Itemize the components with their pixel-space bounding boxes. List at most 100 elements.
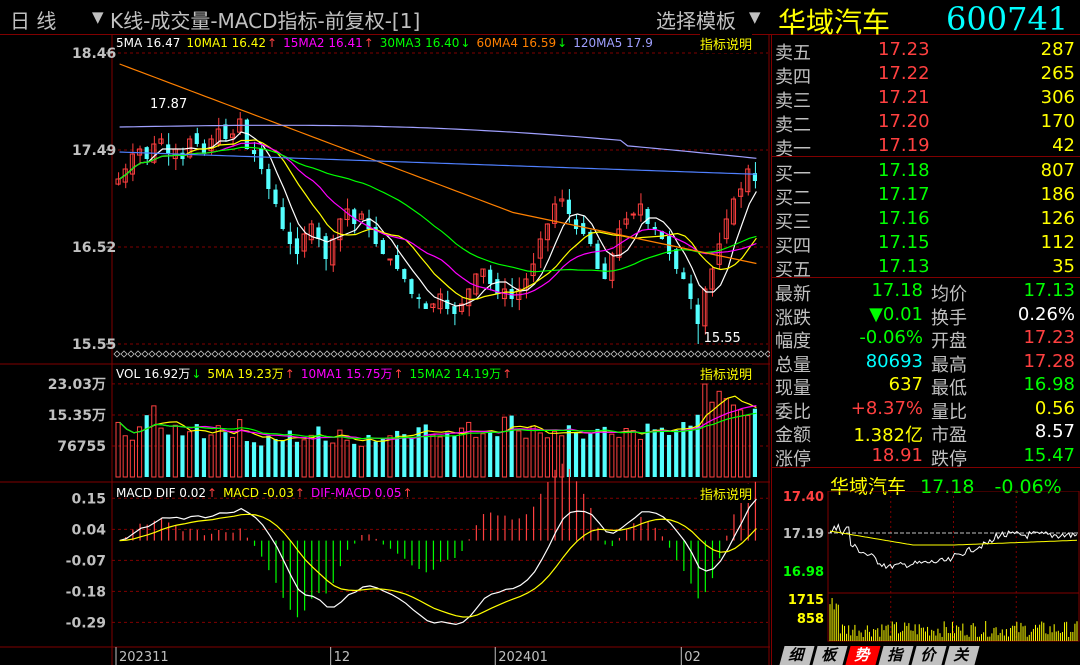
bid-volume: 807 [1040,160,1075,181]
volume-bar [402,434,407,477]
separator-mark [589,350,597,358]
stat-value: ▼0.01 [869,303,923,325]
separator-mark [757,350,765,358]
separator-mark [624,350,632,358]
indicator-title[interactable]: K线-成交量-MACD指标-前复权-[1] [110,5,420,34]
tab-5[interactable]: 关 [944,646,980,665]
stat-label: 开盘 [931,331,967,352]
separator-mark [337,350,345,358]
bid-row[interactable]: 买一 17.18 807 [772,160,1080,185]
volume-bar [544,437,550,478]
separator-mark [393,350,401,358]
stat-row: 幅度 -0.06% 开盘 17.23 [772,327,1080,352]
volume-bar [659,427,664,477]
ask-price: 17.21 [878,87,930,108]
volume-bar [480,433,486,478]
stat-value: +8.37% [850,397,923,419]
candle-body [566,199,571,214]
volume-bar [308,434,314,478]
candle-body [681,272,686,279]
stat-value: 17.28 [1023,350,1075,372]
separator-mark [260,350,268,358]
volume-layer [115,383,757,478]
price-help-button[interactable]: 指标说明 [700,34,753,53]
legend-item: 30MA3 16.40 [379,36,460,50]
volume-bar [144,415,149,477]
stat-row: 最新 17.18 均价 17.13 [772,280,1080,305]
price-legend: 5MA 16.47 10MA1 16.42↑ 15MA2 16.41↑ 30MA3 1… [116,36,659,50]
separator-mark [204,350,212,358]
stat-label: 最新 [775,284,811,305]
indicator-dropdown-icon[interactable]: ▼ [92,8,104,26]
bid-row[interactable]: 买四 17.15 112 [772,232,1080,257]
separator-mark [582,350,590,358]
macd-tick-label: 0.04 [71,522,106,538]
separator-mark [701,350,709,358]
separator-mark [666,350,674,358]
volume-bar [215,425,221,478]
candle-body [423,303,428,309]
volume-bar [674,430,679,477]
intraday-mini-chart[interactable]: 17.40 17.19 16.98 1715 858 [772,491,1080,643]
macd-tick-label: 0.15 [71,491,106,507]
stat-value: 18.91 [871,444,923,466]
volume-bar [352,443,357,477]
stat-value: 0.56 [1034,397,1075,419]
ask-row[interactable]: 卖五 17.23 287 [772,39,1080,64]
template-selector[interactable]: 选择模板 [656,5,736,34]
bid-row[interactable]: 买五 17.13 35 [772,256,1080,281]
separator-mark [190,350,198,358]
bid-price: 17.15 [878,232,930,253]
bid-row[interactable]: 买三 17.16 126 [772,208,1080,233]
separator-mark [715,350,723,358]
arrow-up-icon: ↑ [284,367,295,381]
ask-row[interactable]: 卖四 17.22 265 [772,63,1080,88]
separator-mark [162,350,170,358]
separator-mark [218,350,226,358]
tab-1[interactable]: 板 [812,646,848,665]
period-label[interactable]: 日 线 [10,5,56,34]
tab-2[interactable]: 势 [845,646,881,665]
stat-row: 委比 +8.37% 量比 0.56 [772,397,1080,423]
template-dropdown-icon[interactable]: ▼ [749,8,761,26]
ask-row[interactable]: 卖一 17.19 42 [772,135,1080,160]
separator-mark [316,350,324,358]
volume-bar [623,428,629,478]
tab-4[interactable]: 价 [911,646,947,665]
separator-mark [554,350,562,358]
legend-item: MACD -0.03 [223,486,294,500]
separator-mark [687,350,695,358]
macd-legend: MACD DIF 0.02↑ MACD -0.03↑ DIF-MACD 0.05↑ [116,486,419,500]
macd-help-button[interactable]: 指标说明 [700,484,753,503]
ask-row[interactable]: 卖二 17.20 170 [772,111,1080,136]
candle-body [409,279,414,294]
volume-bar [122,435,128,478]
ask-volume: 170 [1040,111,1075,132]
legend-item: 10MA1 16.42 [186,36,267,50]
separator-mark [267,350,275,358]
stat-value: 80693 [865,350,923,372]
ma250-line [119,151,757,175]
separator-mark [610,350,618,358]
separator-mark [680,350,688,358]
arrow-down-icon: ↓ [460,36,471,50]
separator-mark [596,350,604,358]
mini-vol-tick-label: 1715 [788,593,824,608]
separator-mark [449,350,457,358]
ask-price: 17.19 [878,135,930,156]
bid-row[interactable]: 买二 17.17 186 [772,184,1080,209]
bid-volume: 186 [1040,184,1075,205]
volume-help-button[interactable]: 指标说明 [700,364,753,383]
legend-item: MACD DIF 0.02 [116,486,206,500]
tab-0[interactable]: 细 [779,646,815,665]
volume-bar [702,383,708,478]
bottom-tabs: 细板势指价关 [772,646,1080,665]
ask-row[interactable]: 卖三 17.21 306 [772,87,1080,112]
price-tick-label: 16.52 [72,240,116,256]
separator-mark [302,350,310,358]
tab-3[interactable]: 指 [878,646,914,665]
stat-row: 总量 80693 最高 17.28 [772,350,1080,376]
bid-label: 买三 [775,212,811,233]
volume-bar [208,434,214,478]
main-chart[interactable]: 17.87 15.55 18.46 17.49 16.52 15.55 23.03万 15.… [0,35,770,665]
